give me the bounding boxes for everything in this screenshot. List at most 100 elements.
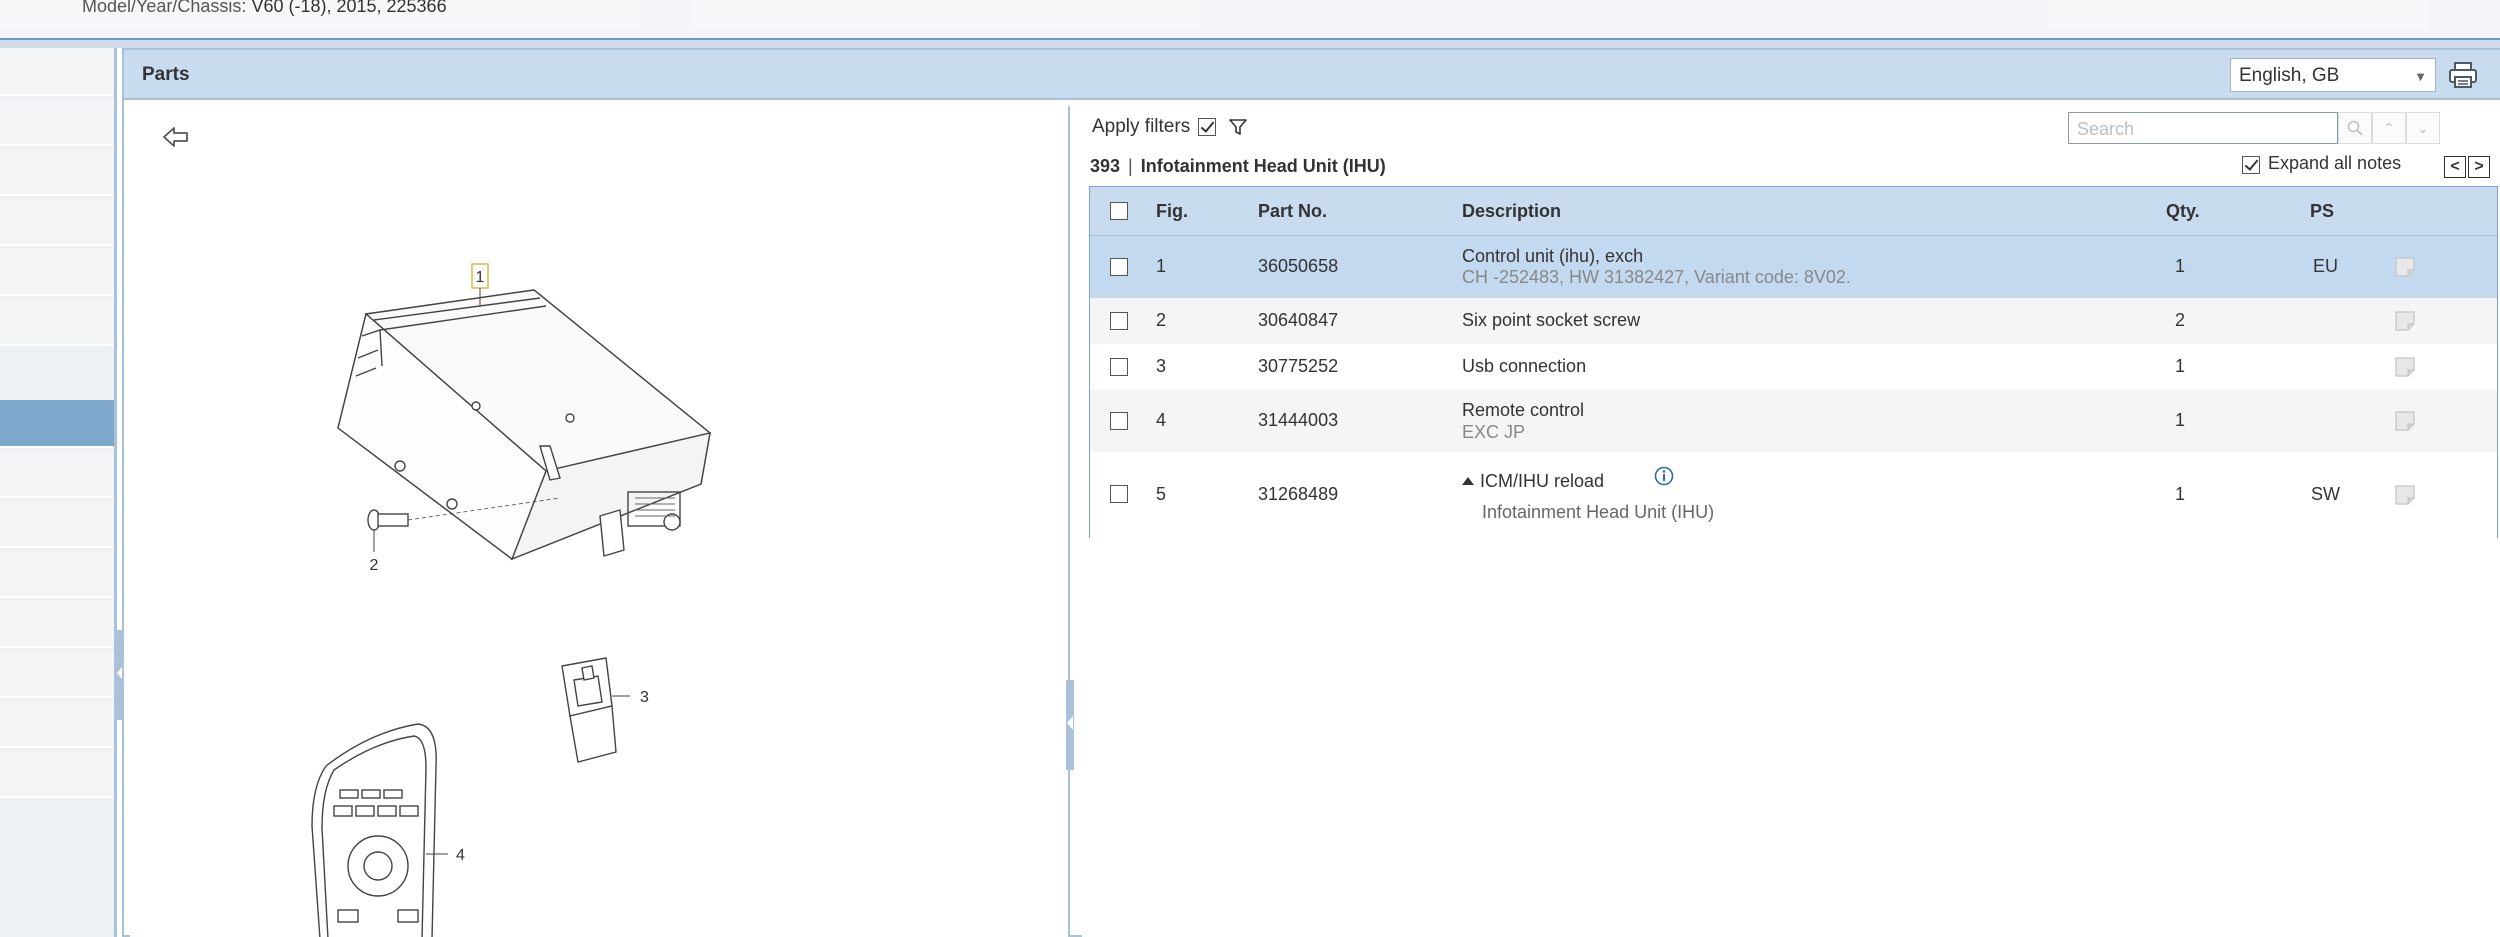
info-segment	[2048, 0, 2428, 30]
rail-item-active[interactable]	[0, 400, 114, 448]
row-checkbox[interactable]	[1110, 258, 1128, 276]
breadcrumb: 393 | Infotainment Head Unit (IHU)	[1090, 156, 1386, 177]
breadcrumb-title: Infotainment Head Unit (IHU)	[1140, 156, 1386, 176]
search-input[interactable]: Search	[2068, 112, 2338, 144]
cell-fig: 4	[1156, 410, 1167, 430]
select-all-checkbox[interactable]	[1110, 202, 1128, 220]
expand-notes-label: Expand all notes	[2268, 153, 2402, 173]
rail-item[interactable]	[0, 650, 114, 698]
rail-item[interactable]	[0, 148, 114, 196]
row-checkbox[interactable]	[1110, 358, 1128, 376]
table-header: Fig. Part No. Description Qty. PS	[1090, 187, 2497, 236]
cell-part-no: 30775252	[1258, 356, 1339, 376]
chevron-down-icon: ⌄	[2417, 120, 2429, 136]
column-ps[interactable]: PS	[2310, 201, 2334, 222]
cell-description: Remote control	[1462, 400, 1585, 420]
note-icon[interactable]	[2394, 310, 2416, 332]
cell-fig: 2	[1156, 310, 1167, 330]
cell-part-no: 31268489	[1258, 484, 1339, 504]
note-icon[interactable]	[2394, 256, 2416, 278]
cell-note: CH -252483, HW 31382427, Variant code: 8…	[1462, 267, 1851, 287]
table-row[interactable]: 3 30775252 Usb connection 1	[1090, 344, 2497, 390]
cell-description-group[interactable]: ICM/IHU reload	[1462, 471, 1604, 492]
note-icon[interactable]	[2394, 356, 2416, 378]
cell-qty: 1	[2175, 484, 2186, 504]
collapse-triangle-icon[interactable]	[1462, 477, 1474, 485]
rail-item[interactable]	[0, 450, 114, 498]
parts-list-pane: Apply filters Search ⌃ ⌄ 393 | Infotainmen…	[1082, 106, 2500, 937]
cell-qty: 2	[2175, 310, 2186, 330]
cell-fig: 3	[1156, 356, 1167, 376]
cell-qty: 1	[2175, 410, 2186, 430]
column-qty[interactable]: Qty.	[2166, 201, 2200, 222]
next-page-button[interactable]: >	[2468, 156, 2490, 178]
table-row[interactable]: 5 31268489 ICM/IHU reload Infotainment H…	[1090, 452, 2497, 538]
column-description[interactable]: Description	[1462, 201, 1561, 222]
table-row[interactable]: 2 30640847 Six point socket screw 2	[1090, 298, 2497, 344]
cell-fig: 5	[1156, 484, 1167, 504]
cell-description: Six point socket screw	[1462, 310, 1641, 330]
parts-panel: Parts English, GB ▼ 1 2 3 4 Apply filter…	[122, 48, 2500, 937]
cell-description: Control unit (ihu), exch	[1462, 246, 1644, 266]
note-icon[interactable]	[2394, 410, 2416, 432]
rail-item[interactable]	[0, 248, 114, 296]
rail-item[interactable]	[0, 700, 114, 748]
previous-match-button[interactable]: ⌃	[2372, 112, 2406, 144]
rail-item[interactable]	[0, 750, 114, 798]
table-row[interactable]: 1 36050658 Control unit (ihu), exch CH -…	[1090, 236, 2497, 298]
rail-item[interactable]	[0, 500, 114, 548]
cell-qty: 1	[2175, 256, 2186, 276]
top-divider	[0, 38, 2500, 48]
next-match-button[interactable]: ⌄	[2406, 112, 2440, 144]
expand-notes-checkbox[interactable]	[2242, 156, 2260, 174]
rail-item[interactable]	[0, 98, 114, 146]
rail-item[interactable]	[0, 298, 114, 346]
callout-label[interactable]: 2	[370, 557, 379, 574]
vehicle-info-bar: Model/Year/Chassis: V60 (-18), 2015, 225…	[0, 0, 2500, 38]
language-select[interactable]: English, GB ▼	[2230, 58, 2436, 92]
callout-label[interactable]: 3	[640, 689, 649, 706]
print-icon[interactable]	[2446, 58, 2480, 92]
cell-note: EXC JP	[1462, 422, 1526, 442]
cell-part-no: 31444003	[1258, 410, 1339, 430]
language-value: English, GB	[2239, 65, 2340, 86]
collapse-illustration-handle[interactable]	[1066, 680, 1074, 770]
previous-page-button[interactable]: <	[2444, 156, 2466, 178]
panel-title: Parts	[142, 64, 190, 85]
parts-table: Fig. Part No. Description Qty. PS 1 3605…	[1089, 186, 2498, 538]
callout-label[interactable]: 4	[456, 847, 465, 864]
cell-qty: 1	[2175, 356, 2186, 376]
row-checkbox[interactable]	[1110, 412, 1128, 430]
rail-item[interactable]	[0, 48, 114, 96]
column-part-no[interactable]: Part No.	[1258, 201, 1327, 222]
cell-ps: EU	[2313, 256, 2339, 276]
column-fig[interactable]: Fig.	[1156, 201, 1188, 222]
note-icon[interactable]	[2394, 484, 2416, 506]
breadcrumb-separator: |	[1128, 156, 1133, 176]
filter-icon[interactable]	[1228, 117, 1248, 137]
cell-ps: SW	[2311, 484, 2340, 504]
breadcrumb-code: 393	[1090, 156, 1121, 176]
rail-item[interactable]	[0, 550, 114, 598]
panel-header: Parts English, GB ▼	[124, 50, 2500, 100]
vehicle-value: V60 (-18), 2015, 225366	[251, 0, 447, 16]
table-row[interactable]: 4 31444003 Remote control EXC JP 1	[1090, 390, 2497, 452]
cell-note: Infotainment Head Unit (IHU)	[1482, 502, 1715, 522]
rail-item[interactable]	[0, 198, 114, 246]
row-checkbox[interactable]	[1110, 485, 1128, 503]
illustration-pane: 1 2 3 4	[130, 106, 1070, 937]
cell-part-no: 30640847	[1258, 310, 1339, 330]
vehicle-summary: Model/Year/Chassis: V60 (-18), 2015, 225…	[82, 0, 447, 17]
callout-label[interactable]: 1	[476, 269, 485, 286]
cell-part-no: 36050658	[1258, 256, 1339, 276]
rail-item[interactable]	[0, 600, 114, 648]
search-icon	[2347, 120, 2363, 136]
search-button[interactable]	[2338, 112, 2372, 144]
apply-filters-checkbox[interactable]	[1198, 118, 1216, 136]
cell-fig: 1	[1156, 256, 1167, 276]
apply-filters-label: Apply filters	[1092, 116, 1191, 137]
row-checkbox[interactable]	[1110, 312, 1128, 330]
cell-description: Usb connection	[1462, 356, 1587, 376]
info-icon[interactable]	[1654, 466, 1674, 486]
cell-description: ICM/IHU reload	[1480, 471, 1605, 491]
